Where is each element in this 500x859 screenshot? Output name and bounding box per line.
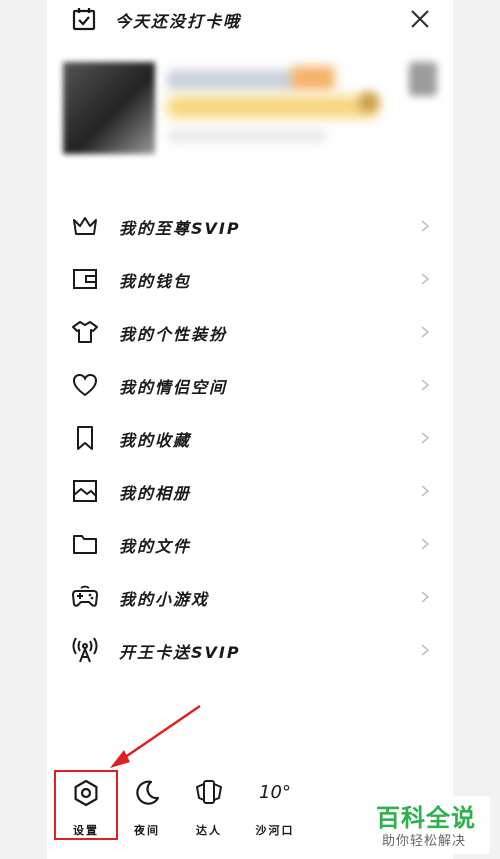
level-badge-blurred bbox=[291, 66, 335, 90]
vip-icon-blurred bbox=[359, 92, 379, 112]
signature-blurred bbox=[167, 130, 327, 142]
calendar-check-icon bbox=[72, 8, 96, 31]
menu-label: 我的钱包 bbox=[119, 272, 192, 291]
username-blurred bbox=[167, 70, 297, 90]
chevron-right-icon bbox=[421, 644, 430, 656]
chevron-right-icon bbox=[421, 432, 430, 444]
photo-icon bbox=[73, 480, 97, 502]
tshirt-icon bbox=[72, 321, 98, 343]
highlight-box bbox=[54, 770, 118, 840]
profile-card[interactable] bbox=[59, 52, 439, 164]
menu-label: 我的收藏 bbox=[119, 431, 192, 450]
chevron-right-icon bbox=[421, 220, 430, 232]
menu-label: 我的个性装扮 bbox=[119, 325, 228, 344]
menu-label: 我的文件 bbox=[119, 537, 192, 556]
menu-item-couple[interactable]: 我的情侣空间 bbox=[47, 359, 453, 412]
menu-item-album[interactable]: 我的相册 bbox=[47, 465, 453, 518]
watermark-title: 百科全说 bbox=[376, 804, 476, 832]
menu-label: 我的小游戏 bbox=[119, 590, 210, 609]
signal-tower-icon bbox=[72, 637, 98, 663]
avatar[interactable] bbox=[63, 62, 155, 154]
heart-icon bbox=[72, 373, 98, 397]
checkin-bar[interactable]: 今天还没打卡哦 bbox=[47, 0, 453, 40]
watermark-subtitle: 助你轻松解决 bbox=[382, 834, 467, 849]
crown-icon bbox=[73, 217, 97, 235]
folder-icon bbox=[73, 535, 97, 554]
night-label: 夜间 bbox=[134, 824, 160, 837]
vip-banner-blurred bbox=[167, 96, 377, 118]
menu-item-svip[interactable]: 我的至尊SVIP bbox=[47, 200, 453, 253]
menu-label: 我的至尊SVIP bbox=[119, 219, 241, 238]
menu-label: 我的相册 bbox=[119, 484, 192, 503]
close-icon[interactable] bbox=[407, 6, 433, 32]
chevron-right-icon bbox=[421, 273, 430, 285]
checkin-text: 今天还没打卡哦 bbox=[115, 12, 242, 31]
expert-button[interactable]: 达人 bbox=[179, 778, 239, 838]
night-mode-button[interactable]: 夜间 bbox=[117, 778, 177, 838]
moon-icon bbox=[136, 780, 160, 805]
chevron-right-icon bbox=[421, 326, 430, 338]
weather-temperature: 10° bbox=[259, 782, 291, 803]
weather-widget[interactable]: 10° 沙河口 bbox=[245, 778, 305, 838]
qrcode-icon-blurred[interactable] bbox=[409, 62, 437, 96]
gamepad-icon bbox=[72, 585, 98, 607]
chevron-right-icon bbox=[421, 485, 430, 497]
menu-item-wallet[interactable]: 我的钱包 bbox=[47, 253, 453, 306]
bookmark-icon bbox=[77, 426, 93, 450]
menu-item-files[interactable]: 我的文件 bbox=[47, 518, 453, 571]
chevron-right-icon bbox=[421, 538, 430, 550]
menu-item-wangka[interactable]: 开王卡送SVIP bbox=[47, 624, 453, 677]
menu-label: 开王卡送SVIP bbox=[119, 643, 241, 662]
watermark: 百科全说 助你轻松解决 bbox=[372, 796, 490, 854]
wallet-icon bbox=[73, 269, 97, 289]
chevron-right-icon bbox=[421, 591, 430, 603]
menu-list: 我的至尊SVIP 我的钱包 我的个性装扮 我的情侣空间 我的收藏 我的相册 我的… bbox=[47, 200, 453, 677]
menu-item-favorites[interactable]: 我的收藏 bbox=[47, 412, 453, 465]
menu-item-games[interactable]: 我的小游戏 bbox=[47, 571, 453, 624]
menu-item-dressup[interactable]: 我的个性装扮 bbox=[47, 306, 453, 359]
red-arrow-annotation bbox=[110, 704, 201, 768]
menu-label: 我的情侣空间 bbox=[119, 378, 228, 397]
weather-location: 沙河口 bbox=[255, 824, 295, 837]
expert-label: 达人 bbox=[196, 824, 222, 837]
phone-shield-icon bbox=[196, 780, 222, 804]
chevron-right-icon bbox=[421, 379, 430, 391]
